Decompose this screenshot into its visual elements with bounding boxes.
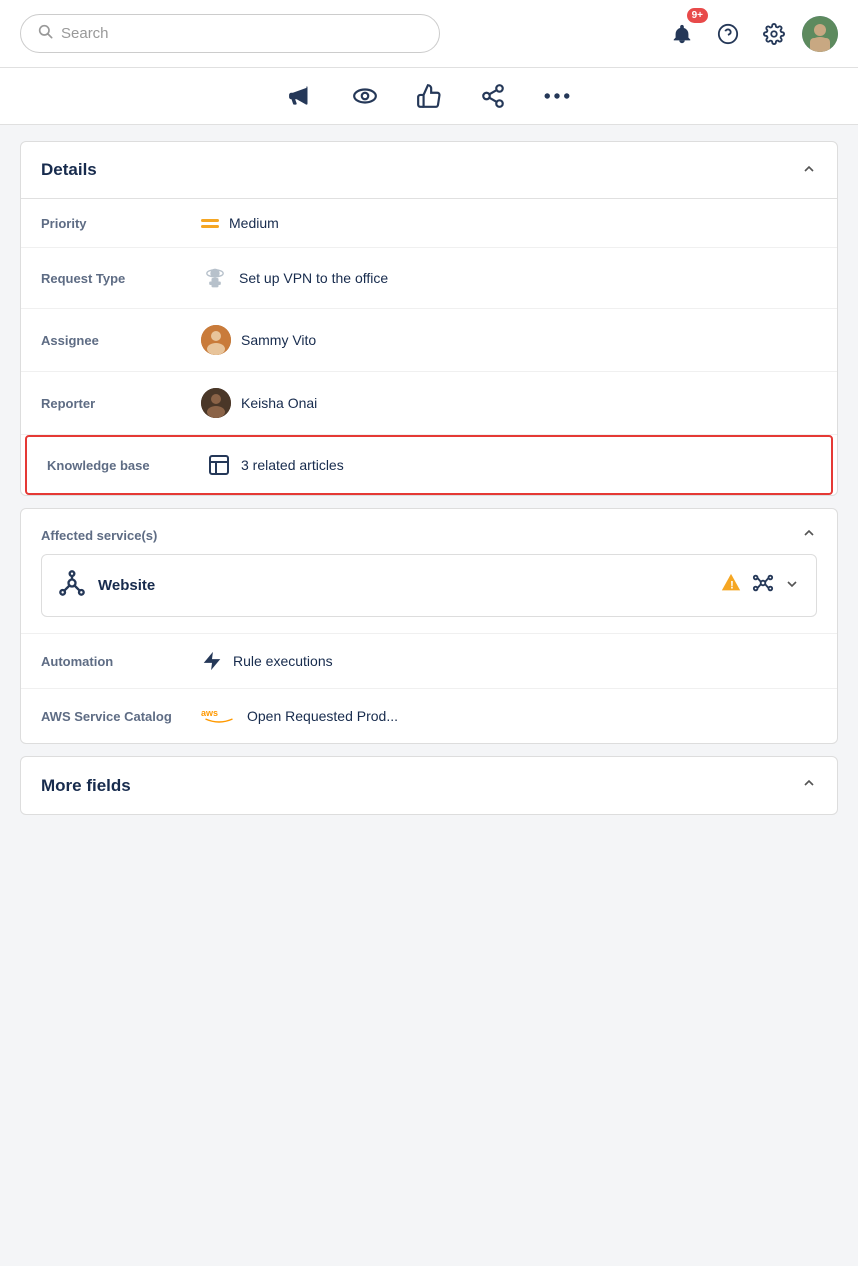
more-options-icon[interactable]: [539, 78, 575, 114]
details-card-title: Details: [41, 160, 97, 180]
warning-icon: !: [720, 572, 742, 599]
reporter-avatar: [201, 388, 231, 418]
more-fields-title: More fields: [41, 776, 131, 796]
knowledge-base-icon: [207, 453, 231, 477]
notification-count: 9+: [687, 8, 708, 23]
knowledge-base-text: 3 related articles: [241, 457, 344, 473]
help-button[interactable]: [710, 16, 746, 52]
affected-services-collapse-icon[interactable]: [801, 525, 817, 546]
top-navigation: Search 9+: [0, 0, 858, 68]
request-type-value: Set up VPN to the office: [201, 264, 817, 292]
reporter-label: Reporter: [41, 396, 201, 411]
knowledge-base-label: Knowledge base: [47, 458, 207, 473]
details-card: Details Priority Medium R: [20, 141, 838, 496]
details-card-header: Details: [21, 142, 837, 199]
user-avatar[interactable]: [802, 16, 838, 52]
automation-text: Rule executions: [233, 653, 333, 669]
dependency-icon: [752, 572, 774, 599]
notifications-button[interactable]: 9+: [664, 16, 700, 52]
search-box[interactable]: Search: [20, 14, 440, 53]
priority-text: Medium: [229, 215, 279, 231]
more-fields-header: More fields: [21, 757, 837, 814]
request-type-text: Set up VPN to the office: [239, 270, 388, 286]
affected-services-header: Affected service(s): [21, 509, 837, 554]
reporter-row: Reporter Keisha Onai: [21, 372, 837, 435]
priority-label: Priority: [41, 216, 201, 231]
priority-value: Medium: [201, 215, 817, 231]
assignee-value: Sammy Vito: [201, 325, 817, 355]
aws-label: AWS Service Catalog: [41, 709, 201, 724]
assignee-row: Assignee Sammy Vito: [21, 309, 837, 372]
share-icon[interactable]: [475, 78, 511, 114]
automation-row: Automation Rule executions: [21, 633, 837, 688]
details-collapse-icon[interactable]: [801, 161, 817, 180]
priority-row: Priority Medium: [21, 199, 837, 248]
reporter-value: Keisha Onai: [201, 388, 817, 418]
svg-text:aws: aws: [201, 708, 218, 718]
knowledge-base-row[interactable]: Knowledge base 3 related articles: [25, 435, 833, 495]
svg-text:!: !: [730, 580, 734, 592]
request-type-label: Request Type: [41, 271, 201, 286]
request-type-row: Request Type Set up VPN to the office: [21, 248, 837, 309]
action-toolbar: [0, 68, 858, 125]
priority-icon: [201, 219, 219, 228]
more-fields-card: More fields: [20, 756, 838, 815]
more-fields-collapse-icon[interactable]: [801, 775, 817, 796]
automation-value: Rule executions: [201, 650, 817, 672]
assignee-label: Assignee: [41, 333, 201, 348]
aws-text: Open Requested Prod...: [247, 708, 398, 724]
service-expand-icon[interactable]: [784, 576, 800, 595]
aws-value: aws Open Requested Prod...: [201, 705, 817, 727]
main-content: Details Priority Medium R: [0, 125, 858, 831]
assignee-name: Sammy Vito: [241, 332, 316, 348]
aws-row: AWS Service Catalog aws Open Requested P…: [21, 688, 837, 743]
vpn-icon: [201, 264, 229, 292]
thumbsup-icon[interactable]: [411, 78, 447, 114]
knowledge-base-value: 3 related articles: [207, 453, 811, 477]
settings-button[interactable]: [756, 16, 792, 52]
affected-services-card: Affected service(s) Websit: [20, 508, 838, 744]
aws-logo-icon: aws: [201, 705, 237, 727]
service-item[interactable]: Website !: [41, 554, 817, 617]
megaphone-icon[interactable]: [283, 78, 319, 114]
search-placeholder-text: Search: [61, 25, 109, 42]
service-network-icon: [58, 569, 86, 602]
search-icon: [37, 23, 53, 44]
affected-services-title: Affected service(s): [41, 528, 157, 543]
automation-label: Automation: [41, 654, 201, 669]
service-name: Website: [98, 577, 708, 594]
service-status-icons: !: [720, 572, 800, 599]
eye-icon[interactable]: [347, 78, 383, 114]
reporter-name: Keisha Onai: [241, 395, 317, 411]
assignee-avatar: [201, 325, 231, 355]
nav-icons: 9+: [664, 16, 838, 52]
bolt-icon: [201, 650, 223, 672]
